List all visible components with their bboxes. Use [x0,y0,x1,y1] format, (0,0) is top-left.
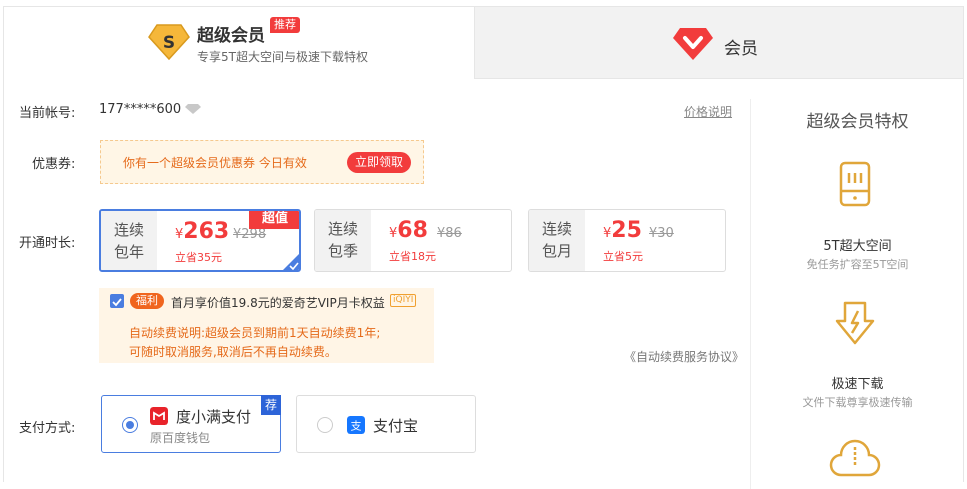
tab-super-subtitle: 专享5T超大空间与极速下载特权 [197,50,368,64]
plan-quarterly-name-line2: 包季 [327,242,358,260]
feature-download-name: 极速下载 [831,377,884,392]
download-icon [835,301,875,345]
coupon-label: 优惠券: [32,157,76,172]
plan-monthly-name: 连续 包月 [529,210,585,271]
pay-duxiaoman[interactable]: 度小满支付 原百度钱包 荐 [101,395,281,453]
plan-yearly-name: 连续 包年 [101,211,157,270]
tab-super-member[interactable]: S 超级会员 推荐 专享5T超大空间与极速下载特权 [4,7,474,79]
auto-renew-desc: 自动续费说明:超级会员到期前1天自动续费1年; 可随时取消服务,取消后不再自动续… [129,324,380,362]
feature-storage-sub: 免任务扩容至5T空间 [806,258,909,271]
claim-coupon-button[interactable]: 立即领取 [347,152,411,173]
pay-alipay-name: 支付宝 [373,417,419,435]
perk-tag: 福利 [130,293,164,309]
tab-super-title: 超级会员 [197,26,265,46]
storage-icon [839,161,871,207]
plan-yearly-original: ¥298 [233,227,267,242]
auto-renew-desc-line2: 可随时取消服务,取消后不再自动续费。 [129,345,337,359]
plan-monthly-price: ¥25 [603,218,642,243]
perk-checkbox[interactable] [110,294,124,308]
perk-box: 福利 首月享价值19.8元的爱奇艺VIP月卡权益 iQIYI 自动续费说明:超级… [99,288,434,363]
selected-check-icon [283,254,299,270]
diamond-icon [185,104,201,114]
tab-normal-member[interactable]: 会员 [474,7,963,79]
price-value: 25 [611,218,642,243]
account-label: 当前帐号: [19,106,76,121]
plan-quarterly-name-line1: 连续 [327,220,358,238]
privilege-sidebar: 超级会员特权 5T超大空间 免任务扩容至5T空间 极速下载 文件下载尊享极速传输 [750,99,963,489]
recommend-badge: 荐 [261,395,281,415]
coupon-box: 你有一个超级会员优惠券 今日有效 立即领取 [100,140,424,184]
membership-tabs: S 超级会员 推荐 专享5T超大空间与极速下载特权 会员 [4,7,963,79]
feature-download-sub: 文件下载尊享极速传输 [802,396,913,409]
duration-label: 开通时长: [19,236,76,251]
pay-duxiaoman-radio[interactable] [122,417,138,433]
best-value-tag: 超值 [249,211,299,229]
plan-yearly-price: ¥263 [175,219,229,244]
cloud-icon [829,439,881,477]
account-value: 177*****600 [99,102,182,117]
auto-renew-desc-line1: 自动续费说明:超级会员到期前1天自动续费1年; [129,326,381,340]
alipay-icon: 支 [347,416,365,434]
plan-monthly[interactable]: 连续 包月 ¥25 ¥30 立省5元 [528,209,726,272]
super-member-badge-icon: S [148,24,190,61]
plan-yearly-save: 立省35元 [175,251,222,264]
plan-monthly-name-line2: 包月 [541,242,572,260]
plan-yearly-name-line1: 连续 [113,221,144,239]
tab-normal-title: 会员 [724,39,758,59]
plan-yearly[interactable]: 连续 包年 ¥263 ¥298 立省35元 超值 [99,209,301,272]
perk-text: 首月享价值19.8元的爱奇艺VIP月卡权益 [171,296,385,310]
auto-renew-agreement-link[interactable]: 《自动续费服务协议》 [624,348,744,365]
svg-text:支: 支 [351,420,362,433]
privilege-title: 超级会员特权 [806,112,909,132]
duxiaoman-icon [150,407,168,425]
plan-quarterly-price: ¥68 [389,218,428,243]
price-note-link[interactable]: 价格说明 [684,103,732,120]
svg-text:S: S [163,33,175,53]
check-icon [112,298,122,307]
pay-alipay[interactable]: 支 支付宝 [296,395,476,453]
pay-alipay-radio[interactable] [317,417,333,433]
member-badge-icon [673,28,713,60]
coupon-text: 你有一个超级会员优惠券 今日有效 [123,156,307,170]
plan-quarterly-name: 连续 包季 [315,210,371,271]
vip-purchase-panel: S 超级会员 推荐 专享5T超大空间与极速下载特权 会员 当前帐号: 177**… [3,6,964,489]
plan-monthly-name-line1: 连续 [541,220,572,238]
pay-duxiaoman-name: 度小满支付 [176,408,252,426]
iqiyi-logo-icon: iQIYI [390,294,417,307]
plan-quarterly[interactable]: 连续 包季 ¥68 ¥86 立省18元 [314,209,512,272]
price-value: 263 [183,219,230,244]
plan-quarterly-save: 立省18元 [389,250,436,263]
plan-yearly-name-line2: 包年 [113,243,144,261]
plan-monthly-save: 立省5元 [603,250,643,263]
payment-label: 支付方式: [19,421,76,436]
pay-duxiaoman-sub: 原百度钱包 [150,431,211,445]
price-value: 68 [397,218,428,243]
recommend-tag: 推荐 [270,17,300,33]
plan-quarterly-original: ¥86 [437,226,462,241]
feature-storage-name: 5T超大空间 [823,239,892,254]
plan-monthly-original: ¥30 [649,226,674,241]
